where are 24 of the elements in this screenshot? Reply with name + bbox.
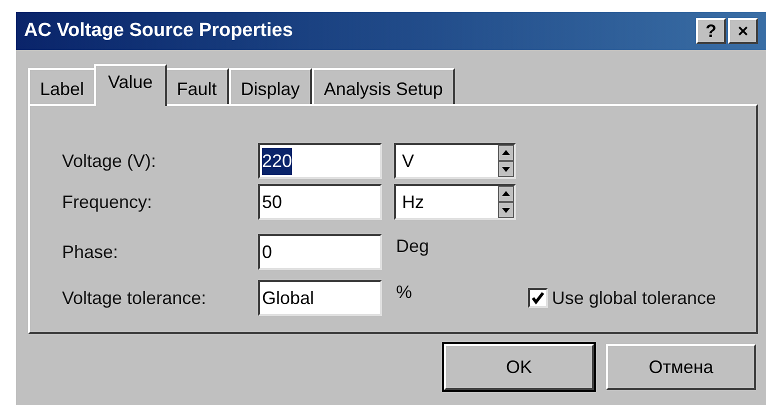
tab[interactable]: Label — [28, 68, 96, 104]
tab[interactable]: Value — [94, 64, 167, 106]
window-title: AC Voltage Source Properties — [24, 18, 293, 43]
input-field[interactable]: Global — [258, 280, 382, 316]
unit-label: % — [396, 281, 412, 304]
tab[interactable]: Analysis Setup — [312, 68, 455, 104]
close-button[interactable]: × — [728, 18, 758, 44]
help-button[interactable]: ? — [696, 18, 726, 44]
input-field[interactable]: 220 — [258, 143, 382, 179]
checkbox-label[interactable]: Use global tolerance — [552, 284, 716, 312]
field-label: Frequency: — [62, 190, 154, 214]
ok-button[interactable]: OK — [444, 344, 594, 390]
field-label: Voltage tolerance: — [62, 286, 208, 310]
tab[interactable]: Fault — [164, 68, 229, 104]
unit-label: Deg — [396, 235, 430, 258]
cancel-button[interactable]: Отмена — [606, 344, 756, 390]
checkbox[interactable] — [528, 288, 548, 308]
unit-spinner[interactable]: V — [394, 143, 516, 179]
unit-spinner[interactable]: Hz — [394, 184, 516, 220]
tab[interactable]: Display — [228, 68, 312, 104]
input-field[interactable]: 0 — [258, 234, 382, 270]
input-field[interactable]: 50 — [258, 184, 382, 220]
field-label: Phase: — [62, 240, 120, 264]
field-label: Voltage (V): — [62, 150, 158, 173]
